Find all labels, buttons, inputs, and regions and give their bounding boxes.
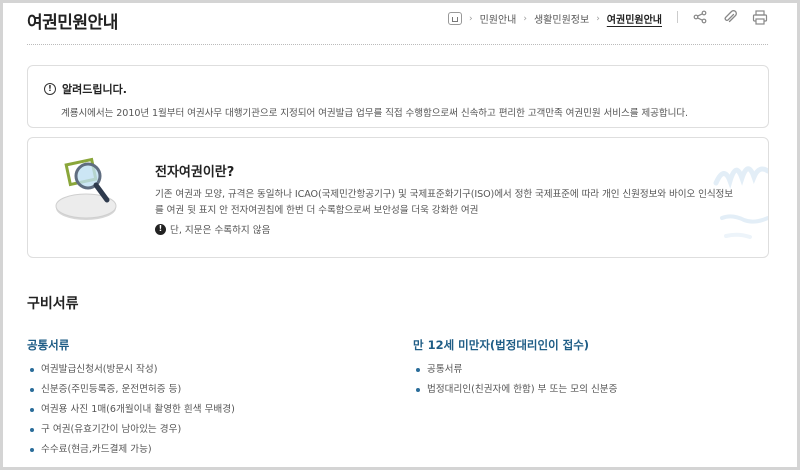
link-icon[interactable] <box>722 9 738 25</box>
list-item: 법정대리인(친권자에 한함) 부 또는 모의 신분증 <box>413 384 617 404</box>
breadcrumb-separator: › <box>468 13 473 24</box>
documents-section-title: 구비서류 <box>27 296 79 312</box>
common-documents-title: 공통서류 <box>27 338 70 352</box>
breadcrumb-item-current[interactable]: 여권민원안내 <box>607 11 662 26</box>
share-icon[interactable] <box>692 9 708 25</box>
minor-documents: 만 12세 미만자(법정대리인이 접수) 공통서류 법정대리인(친권자에 한함)… <box>413 337 617 404</box>
home-icon[interactable] <box>447 12 462 25</box>
list-item: 구 여권(유효기간이 남아있는 경우) <box>27 424 235 444</box>
list-item: 신분증(주민등록증, 운전면허증 등) <box>27 384 235 404</box>
minor-documents-list: 공통서류 법정대리인(친권자에 한함) 부 또는 모의 신분증 <box>413 364 617 404</box>
common-documents-list: 여권발급신청서(방문시 작성) 신분증(주민등록증, 운전면허증 등) 여권용 … <box>27 364 235 464</box>
list-item: 여권용 사진 1매(6개월이내 촬영한 흰색 무배경) <box>27 404 235 424</box>
epassport-box: 전자여권이란? 기존 여권과 모양, 규격은 동일하나 ICAO(국제민간항공기… <box>27 137 769 258</box>
breadcrumb-separator: › <box>523 13 527 24</box>
breadcrumb: › 민원안내 › 생활민원정보 › 여권민원안내 <box>447 11 662 26</box>
notice-header: ! 알려드립니다. <box>44 81 752 97</box>
notice-title: 알려드립니다. <box>62 83 127 96</box>
list-item: 공통서류 <box>413 364 617 384</box>
exclamation-icon: ! <box>155 223 166 235</box>
print-icon[interactable] <box>752 9 768 25</box>
tools-divider <box>677 11 678 23</box>
info-icon: ! <box>44 83 56 95</box>
header-divider <box>27 44 768 45</box>
common-documents: 공통서류 여권발급신청서(방문시 작성) 신분증(주민등록증, 운전면허증 등)… <box>27 337 235 464</box>
breadcrumb-separator: › <box>596 13 600 24</box>
notice-box: ! 알려드립니다. 계룡시에서는 2010년 1월부터 여권사무 대행기관으로 … <box>27 65 769 128</box>
breadcrumb-item-civil-guide[interactable]: 민원안내 <box>480 11 517 26</box>
epassport-title: 전자여권이란? <box>155 165 235 180</box>
list-item: 수수료(현금,카드결제 가능) <box>27 444 235 464</box>
epassport-note: ! 단, 지문은 수록하지 않음 <box>155 222 270 236</box>
minor-documents-title: 만 12세 미만자(법정대리인이 접수) <box>413 338 590 352</box>
epassport-description: 기존 여권과 모양, 규격은 동일하나 ICAO(국제민간항공기구) 및 국제표… <box>155 189 734 216</box>
notice-text: 계룡시에서는 2010년 1월부터 여권사무 대행기관으로 지정되어 여권발급 … <box>61 108 688 119</box>
magnifier-illustration <box>55 157 117 220</box>
page-title: 여권민원안내 <box>27 13 118 33</box>
breadcrumb-item-living-info[interactable]: 생활민원정보 <box>534 11 589 26</box>
page-tools <box>677 9 768 25</box>
list-item: 여권발급신청서(방문시 작성) <box>27 364 235 384</box>
epassport-note-text: 단, 지문은 수록하지 않음 <box>170 225 271 236</box>
